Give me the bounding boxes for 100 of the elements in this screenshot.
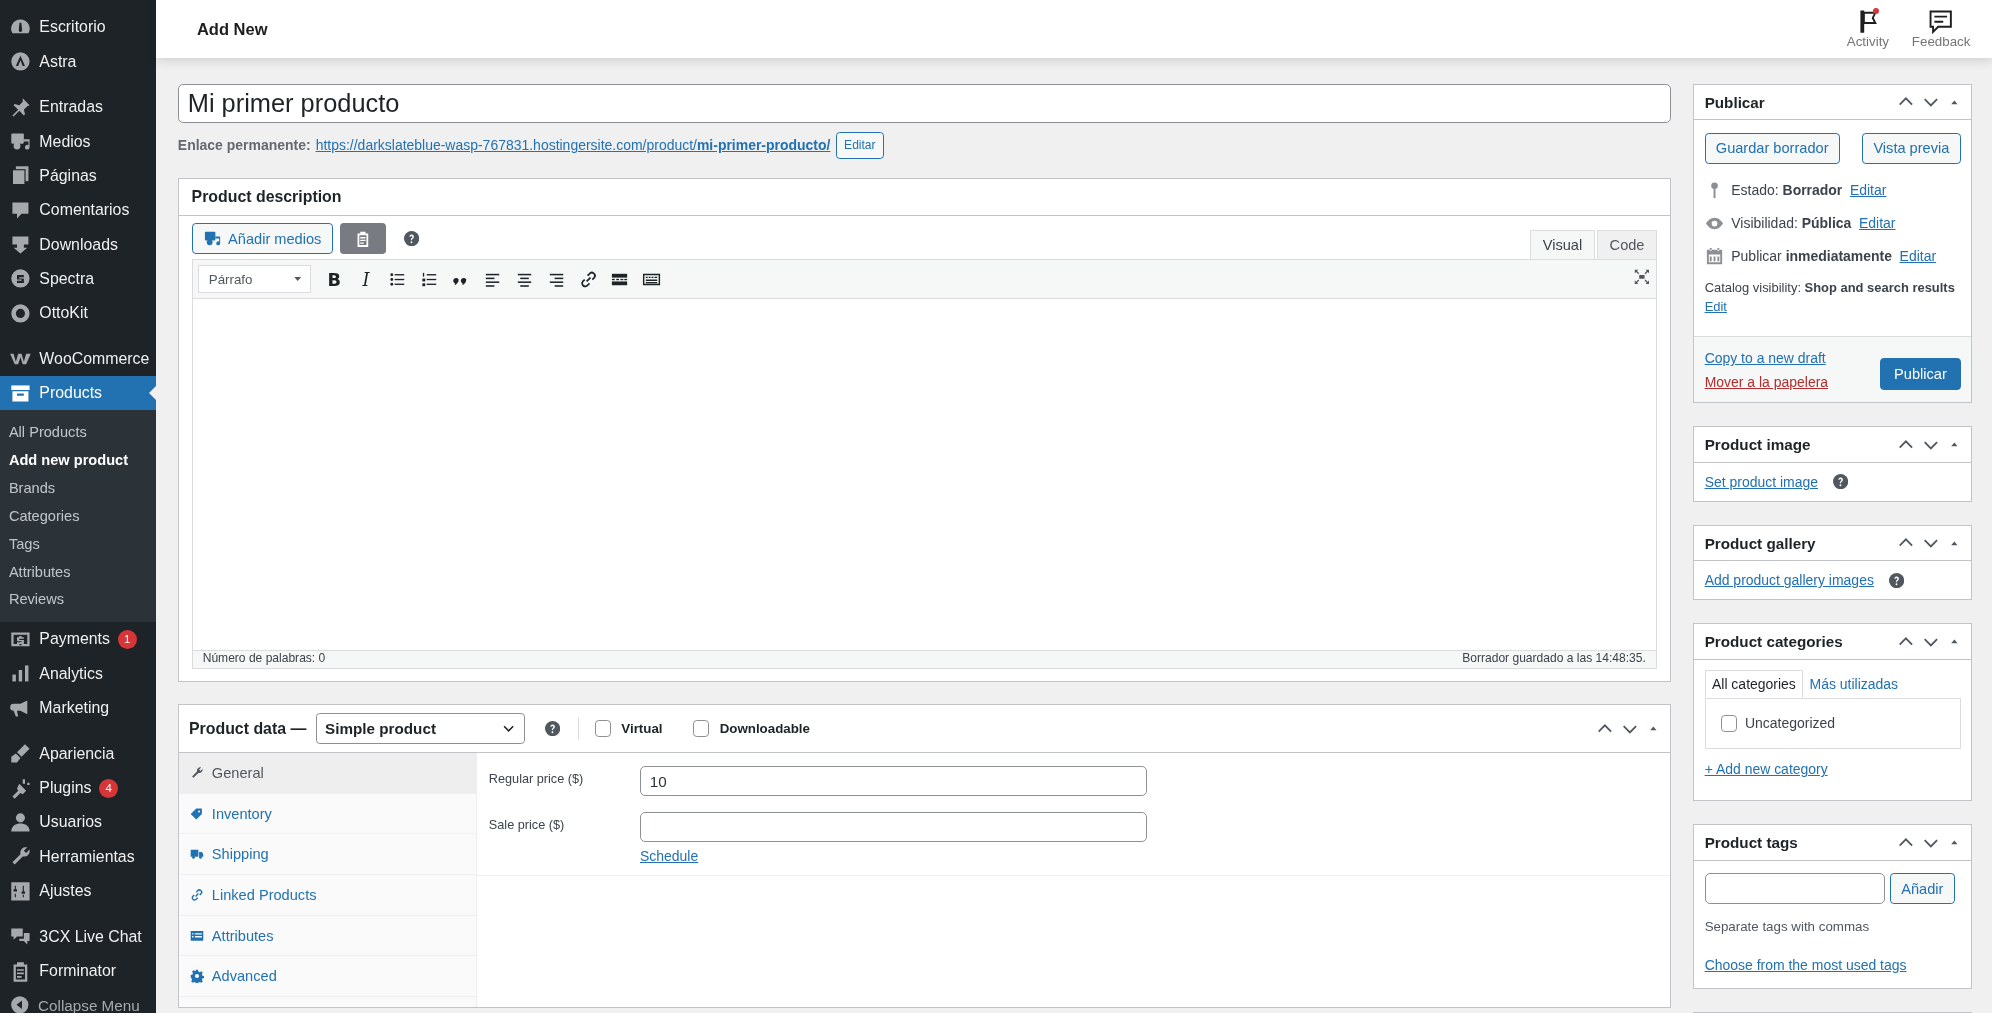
feedback-icon [1928,9,1954,35]
edit-link[interactable]: Editar [1859,215,1896,232]
sidebar-item[interactable]: WooCommerce [0,341,157,376]
ring-icon [8,301,32,325]
edit-permalink-button[interactable]: Editar [835,132,885,159]
add-tag-button[interactable]: Añadir [1890,873,1955,904]
submenu-item[interactable]: All Products [0,417,157,446]
sidebar-item[interactable]: Products [0,375,157,411]
sidebar-item[interactable]: Escritorio [0,10,157,45]
save-draft-button[interactable]: Guardar borrador [1704,133,1840,164]
title-field[interactable]: Mi primer producto [177,83,1671,124]
panel-title: Publicar [1704,93,1765,111]
truck-icon [190,847,205,862]
schedule-link[interactable]: Schedule [639,848,1147,865]
field-label: Regular price ($) [488,771,585,787]
preview-button[interactable]: Vista previa [1862,133,1961,164]
help-icon[interactable] [1833,474,1849,490]
sidebar-item[interactable]: Downloads [0,227,157,262]
help-icon[interactable] [403,230,419,247]
sidebar-item[interactable]: Spectra [0,261,157,296]
checkbox-label: Downloadable [719,721,810,737]
publish-setting-text: Estado: Borrador [1731,182,1843,199]
sidebar-item[interactable]: Plugins 4 [0,770,157,806]
hint-text: Separate tags with commas [1704,919,1871,935]
category-tab[interactable]: Más utilizadas [1803,669,1905,698]
sidebar-item[interactable]: OttoKit [0,295,157,331]
italic-button[interactable]: I [350,263,382,295]
wrench-icon [190,766,205,780]
add-category-link[interactable]: + Add new category [1704,761,1828,778]
product-data-tab[interactable]: Linked Products [178,875,477,916]
tag-icon [190,806,205,821]
panel-title: Product tags [1704,833,1798,851]
editor-tab[interactable]: Code [1597,229,1657,259]
submenu-item[interactable]: Attributes [0,557,157,586]
add-media-button[interactable]: Añadir medios [191,223,333,254]
fullscreen-icon[interactable] [1633,268,1651,286]
toolbar-button[interactable]: Feedback [1900,9,1982,50]
list-card-icon [190,928,205,943]
sidebar-item[interactable]: Astra [0,44,157,79]
product-type-select[interactable]: Simple product [316,713,525,744]
gear-icon [190,969,205,984]
trash-link[interactable]: Mover a la papelera [1704,373,1829,390]
checkbox[interactable] [1720,715,1738,732]
sidebar-item[interactable]: Entradas [0,90,157,125]
bold-button[interactable]: B [318,263,351,295]
calendar-icon [1704,246,1724,266]
sidebar-item[interactable]: Payments 1 [0,622,157,657]
edit-link[interactable]: Edit [1704,298,1727,314]
product-data-tab[interactable]: Advanced [178,956,477,998]
sidebar-item[interactable]: Ajustes [0,873,157,909]
panel-title: Product image [1704,435,1811,453]
category-tab[interactable]: All categories [1704,669,1804,698]
sidebar-item[interactable]: 3CX Live Chat [0,919,157,954]
sidebar-item[interactable]: Medios [0,124,157,159]
price-field[interactable]: 10 [639,765,1147,797]
edit-link[interactable]: Editar [1849,182,1887,199]
product-data-tab[interactable]: General [178,753,477,794]
submenu-item[interactable]: Brands [0,473,157,502]
link-icon[interactable] [578,269,598,289]
count-badge: 1 [117,629,137,649]
publish-button[interactable]: Publicar [1880,357,1961,390]
submenu-item[interactable]: Tags [0,529,157,558]
count-badge: 4 [99,778,119,798]
field-label: Sale price ($) [488,816,566,832]
sidebar-item[interactable]: Forminator [0,953,157,989]
help-icon[interactable] [1889,572,1905,588]
product-data-tab[interactable]: Attributes [178,915,477,957]
copy-draft-link[interactable]: Copy to a new draft [1704,350,1829,366]
clipboard-button[interactable] [340,223,386,254]
submenu-item[interactable]: Add new product [0,445,157,474]
checkbox-label: Uncategorized [1744,715,1836,732]
product-data-tab[interactable]: Inventory [178,793,477,835]
sidebar-item[interactable]: Usuarios [0,805,157,840]
toolbar-button[interactable]: Activity [1835,9,1901,50]
submenu-item[interactable]: Categories [0,501,157,530]
sidebar-item[interactable]: Comentarios [0,193,157,228]
checkbox-label: Virtual [621,721,663,737]
checkbox[interactable] [693,720,710,737]
editor-tab[interactable]: Visual [1530,229,1595,259]
price-field[interactable] [639,811,1147,843]
help-icon[interactable] [545,720,561,737]
format-select[interactable]: Párrafo [197,265,311,293]
checkbox[interactable] [594,720,612,737]
add-gallery-link[interactable]: Add product gallery images [1704,572,1874,589]
product-data-tab[interactable]: Shipping [178,834,477,876]
brush-icon [8,742,32,766]
publish-setting-text: Visibilidad: Pública [1731,215,1852,232]
tag-input-field[interactable] [1704,873,1885,904]
set-image-link[interactable]: Set product image [1704,473,1818,490]
collapse-menu-button[interactable]: Collapse Menu [0,988,157,1013]
edit-link[interactable]: Editar [1899,248,1937,265]
permalink-link[interactable]: https://darkslateblue-wasp-767831.hostingersite.com/product/mi-primer-producto/ [315,137,831,154]
link-icon [190,887,205,902]
sidebar-item[interactable]: Herramientas [0,839,157,874]
sidebar-item[interactable]: Marketing [0,690,157,726]
submenu-item[interactable]: Reviews [0,585,157,614]
sidebar-item[interactable]: Páginas [0,158,157,194]
sidebar-item[interactable]: Apariencia [0,736,157,771]
choose-tags-link[interactable]: Choose from the most used tags [1704,956,1907,973]
sidebar-item[interactable]: Analytics [0,656,157,691]
